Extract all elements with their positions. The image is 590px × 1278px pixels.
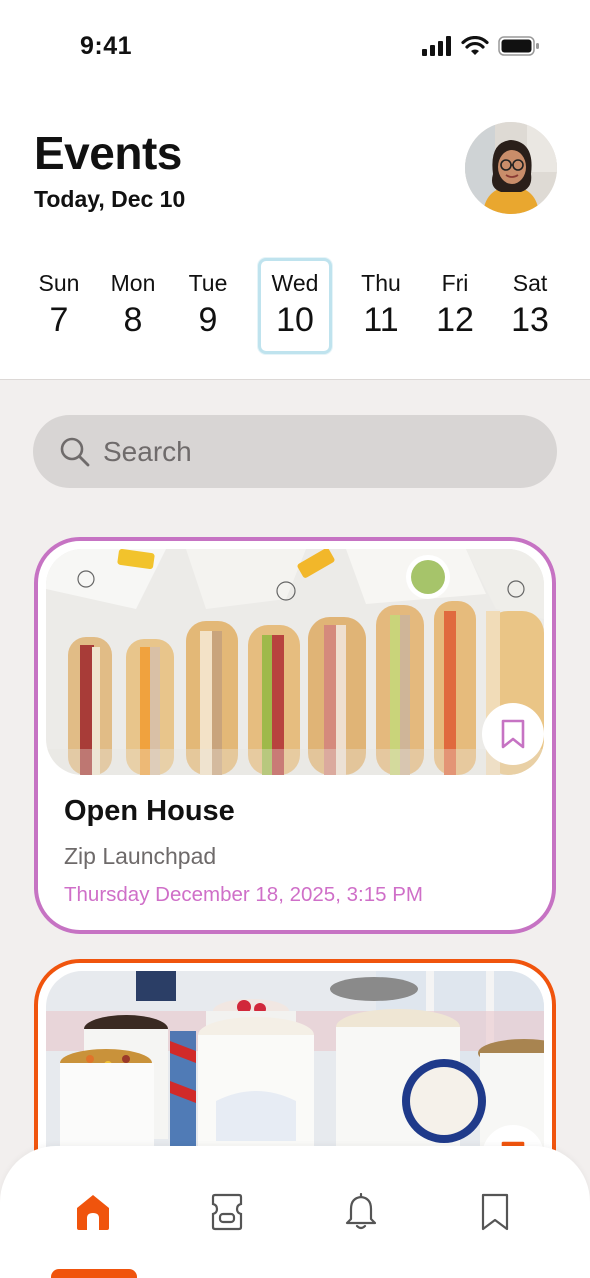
search-input[interactable] [103,435,523,468]
status-bar: 9:41 [0,0,590,96]
tab-tickets[interactable] [207,1190,247,1234]
tab-bar [0,1146,590,1278]
day-number: 8 [123,301,143,339]
day-number: 13 [511,301,549,339]
header: Events Today, Dec 10 Sun 7 Mon 8 Tue 9 W… [0,96,590,380]
tab-saved[interactable] [475,1190,515,1234]
avatar[interactable] [465,122,557,214]
day-wed-selected[interactable]: Wed 10 [258,258,332,354]
event-datetime: Thursday December 18, 2025, 3:15 PM [64,883,423,906]
event-location: Zip Launchpad [64,843,217,869]
day-number: 12 [436,301,474,339]
event-image [46,549,544,775]
status-icons [422,36,540,56]
day-sun[interactable]: Sun 7 [22,258,96,354]
bell-icon [345,1193,377,1230]
day-name: Fri [441,270,469,296]
day-name: Wed [271,270,319,296]
day-mon[interactable]: Mon 8 [96,258,170,354]
search-icon [60,437,90,466]
day-number: 9 [198,301,218,339]
tab-notifications[interactable] [341,1190,381,1234]
day-name: Mon [110,270,156,296]
event-title: Open House [64,795,235,827]
wifi-icon [461,36,489,55]
day-number: 11 [363,301,399,339]
status-time: 9:41 [80,32,133,60]
page-title: Events [34,127,182,179]
bookmark-icon [481,1193,509,1231]
bookmark-icon [501,719,525,749]
event-card[interactable]: Open House Zip Launchpad Thursday Decemb… [34,537,556,934]
bookmark-button[interactable] [482,703,544,765]
day-name: Tue [188,270,228,296]
day-fri[interactable]: Fri 12 [418,258,492,354]
home-icon [77,1195,109,1230]
page-subtitle: Today, Dec 10 [34,186,186,212]
day-name: Thu [361,270,401,296]
search-bar[interactable] [33,415,557,488]
day-number: 10 [276,301,314,339]
avatar-image [465,122,557,214]
ticket-icon [211,1193,243,1231]
day-name: Sun [38,270,80,296]
day-tue[interactable]: Tue 9 [171,258,245,354]
day-number: 7 [49,301,69,339]
tab-home[interactable] [73,1190,113,1234]
day-sat[interactable]: Sat 13 [493,258,567,354]
cellular-signal-icon [422,36,451,56]
battery-icon [498,36,539,56]
active-tab-indicator [51,1269,137,1278]
day-name: Sat [512,270,548,296]
day-thu[interactable]: Thu 11 [344,258,418,354]
